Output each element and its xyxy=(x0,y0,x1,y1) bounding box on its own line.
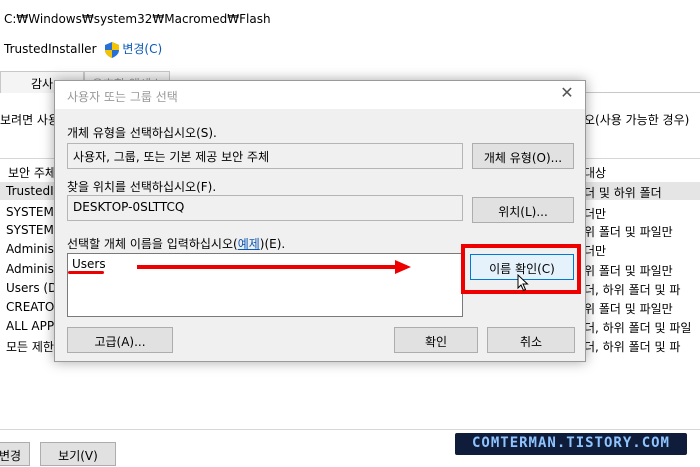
annotation-underline xyxy=(68,271,104,274)
object-names-label: 선택할 개체 이름을 입력하십시오(예제)(E). xyxy=(67,235,285,252)
examples-link[interactable]: 예제 xyxy=(238,237,260,251)
column-header-principal[interactable]: 보안 주체 xyxy=(8,164,56,181)
list-item-applies: 위 폴더 및 파일만 xyxy=(584,302,673,316)
owner-row: TrustedInstaller 변경(C) xyxy=(4,40,162,58)
list-item[interactable]: TrustedIn xyxy=(6,184,61,198)
change-link-text[interactable]: 변경(C) xyxy=(122,42,162,56)
object-types-button[interactable]: 개체 유형(O)... xyxy=(472,143,574,169)
list-item[interactable]: ALL APPL xyxy=(6,319,61,333)
site-watermark: COMTERMAN.TISTORY.COM xyxy=(455,433,687,455)
change-owner-link[interactable]: 변경(C) xyxy=(104,40,162,58)
view-button[interactable]: 보기(V) xyxy=(40,442,116,466)
object-path: C:₩Windows₩system32₩Macromed₩Flash xyxy=(4,12,271,26)
dialog-title: 사용자 또는 그룹 선택 xyxy=(67,90,178,104)
dialog-titlebar: 사용자 또는 그룹 선택 ✕ xyxy=(55,81,585,109)
divider xyxy=(0,429,700,430)
cancel-button[interactable]: 취소 xyxy=(487,327,575,353)
ok-button[interactable]: 확인 xyxy=(394,327,478,353)
list-item[interactable]: SYSTEM xyxy=(6,205,54,219)
owner-name: TrustedInstaller xyxy=(4,41,97,56)
select-users-dialog: 사용자 또는 그룹 선택 ✕ 개체 유형을 선택하십시오(S). 사용자, 그룹… xyxy=(54,80,586,362)
annotation-arrow-head xyxy=(395,260,411,274)
close-icon[interactable]: ✕ xyxy=(559,85,575,101)
locations-button[interactable]: 위치(L)... xyxy=(472,197,574,223)
change-button[interactable]: 변경 xyxy=(0,442,30,466)
list-item[interactable]: 모든 제한 xyxy=(6,338,54,355)
list-item-applies: 더, 하위 폴더 및 파 xyxy=(584,283,681,297)
location-field: DESKTOP-0SLTTCQ xyxy=(67,195,463,221)
column-header-applies-to[interactable]: 대상 xyxy=(584,164,606,181)
list-item[interactable]: Administ xyxy=(6,262,59,276)
list-item-applies: 더만 xyxy=(584,207,607,221)
list-item-applies: 더, 하위 폴더 및 파일 xyxy=(584,321,692,335)
mouse-cursor-icon xyxy=(517,274,529,292)
list-item-applies: 더만 xyxy=(584,244,607,258)
list-item[interactable]: SYSTEM xyxy=(6,223,54,237)
annotation-arrow xyxy=(137,265,397,269)
object-type-label: 개체 유형을 선택하십시오(S). xyxy=(67,126,217,140)
object-names-label-prefix: 선택할 개체 이름을 입력하십시오( xyxy=(67,237,238,251)
object-type-field: 사용자, 그룹, 또는 기본 제공 보안 주체 xyxy=(67,143,463,169)
list-item-applies: 더 및 하위 폴더 xyxy=(584,186,662,200)
description-text-right: 오(사용 가능한 경우) xyxy=(584,113,690,127)
list-item-applies: 위 폴더 및 파일만 xyxy=(584,264,673,278)
description-text-left: 보려면 사용 xyxy=(0,113,60,127)
list-item[interactable]: Administ xyxy=(6,242,59,256)
uac-shield-icon xyxy=(104,41,119,58)
location-label: 찾을 위치를 선택하십시오(F). xyxy=(67,180,217,194)
list-item-applies: 더, 하위 폴더 및 파 xyxy=(584,340,681,354)
object-names-label-suffix: )(E). xyxy=(259,237,286,251)
list-item-applies: 위 폴더 및 파일만 xyxy=(584,225,673,239)
advanced-button[interactable]: 고급(A)... xyxy=(67,327,173,353)
